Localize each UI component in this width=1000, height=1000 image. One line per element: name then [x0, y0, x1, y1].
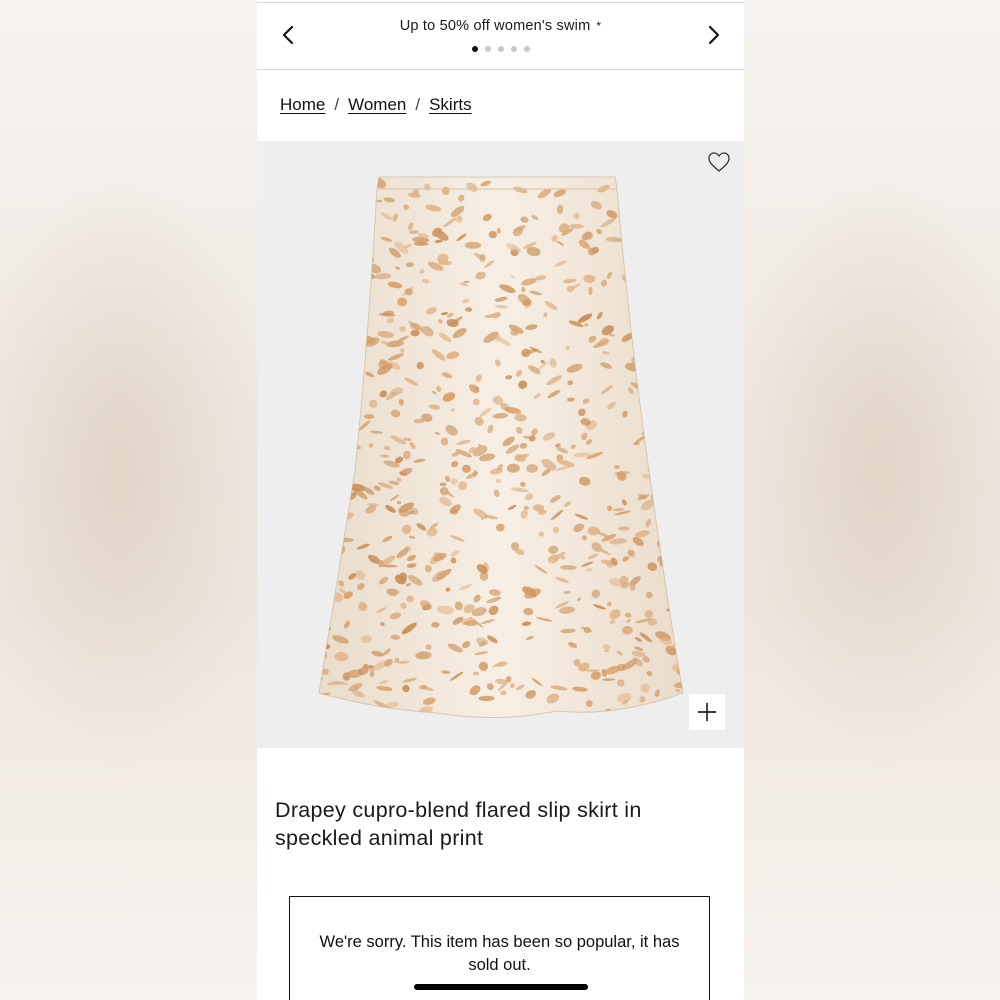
- promo-text: Up to 50% off women's swim: [399, 18, 591, 34]
- product-image[interactable]: [257, 141, 744, 748]
- plus-icon: [697, 702, 717, 722]
- breadcrumb-women[interactable]: Women: [348, 95, 406, 115]
- breadcrumb-skirts[interactable]: Skirts: [429, 95, 472, 115]
- carousel-dot[interactable]: [497, 46, 504, 52]
- product-title: Drapey cupro-blend flared slip skirt in …: [275, 798, 642, 850]
- breadcrumb: Home / Women / Skirts: [280, 95, 472, 115]
- home-indicator[interactable]: [414, 984, 588, 990]
- carousel-dots: [257, 46, 744, 52]
- mobile-page: Up to 50% off women's swim * Home / Women…: [257, 0, 744, 1000]
- carousel-dot[interactable]: [471, 46, 478, 52]
- breadcrumb-separator: /: [334, 95, 340, 114]
- sold-out-message: We're sorry. This item has been so popul…: [319, 933, 680, 974]
- carousel-dot[interactable]: [510, 46, 517, 52]
- heart-outline-icon[interactable]: [707, 151, 731, 173]
- promo-message[interactable]: Up to 50% off women's swim *: [317, 18, 684, 34]
- promo-banner: Up to 50% off women's swim *: [257, 2, 744, 70]
- breadcrumb-separator: /: [415, 95, 421, 114]
- skirt-photo: [318, 176, 684, 719]
- chevron-right-icon[interactable]: [701, 23, 725, 47]
- promo-star: *: [596, 19, 602, 33]
- zoom-button[interactable]: [689, 694, 725, 730]
- carousel-dot[interactable]: [484, 46, 491, 52]
- breadcrumb-home[interactable]: Home: [280, 95, 325, 115]
- chevron-left-icon[interactable]: [277, 23, 301, 47]
- carousel-dot[interactable]: [523, 46, 530, 52]
